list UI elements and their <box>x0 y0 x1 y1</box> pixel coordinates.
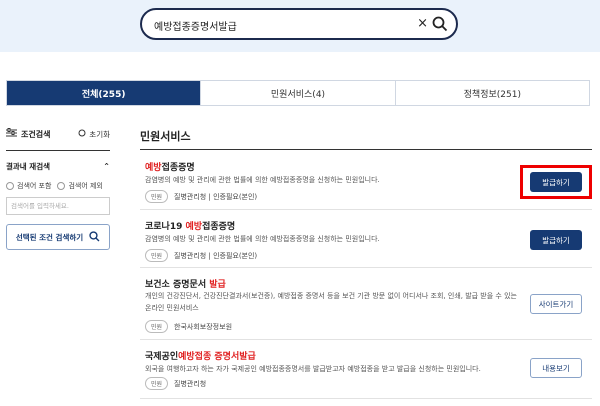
issue-button[interactable]: 발급하기 <box>530 172 582 192</box>
radio-circle-icon <box>6 182 14 190</box>
item-title[interactable]: 예방접종증명 <box>145 160 195 173</box>
search-box[interactable]: 예방접종증명서발급 × <box>140 8 458 40</box>
list-item: 예방접종증명 감염병의 예방 및 관리에 관한 법률에 의한 예방접종증명을 신… <box>140 153 592 210</box>
result-tabs: 전체(255) 민원서비스(4) 정책정보(251) <box>6 80 590 106</box>
item-meta: 민원 질병관리청 | 인증필요(본인) <box>145 190 257 203</box>
item-description: 감염병의 예방 및 관리에 관한 법률에 의한 예방접종증명을 신청하는 민원입… <box>145 235 380 243</box>
radio-circle-icon <box>57 182 66 190</box>
radio-exclude[interactable]: 검색어 제외 <box>57 181 103 191</box>
item-description: 감염병의 예방 및 관리에 관한 법률에 의한 예방접종증명을 신청하는 민원입… <box>145 176 380 184</box>
search-hero: 예방접종증명서발급 × <box>0 0 600 52</box>
filter-icon <box>6 127 17 141</box>
item-title[interactable]: 국제공인예방접종 증명서발급 <box>145 349 256 362</box>
tab-policy-info[interactable]: 정책정보(251) <box>396 81 589 105</box>
item-title[interactable]: 코로나19 예방접종증명 <box>145 219 235 232</box>
reset-label: 초기화 <box>89 129 110 139</box>
reset-icon <box>78 129 86 139</box>
main-results: 민원서비스 <box>140 128 592 150</box>
clear-icon[interactable]: × <box>417 16 428 31</box>
category-badge: 민원 <box>145 377 169 390</box>
search-input[interactable]: 예방접종증명서발급 <box>154 18 237 33</box>
category-badge: 민원 <box>145 190 169 203</box>
item-meta: 민원 한국사회보장정보원 <box>145 320 232 333</box>
search-icon <box>89 230 100 244</box>
item-description: 개인의 건강진단서, 건강진단결과서(보건증), 예방접종 증명서 등을 보건 … <box>145 292 517 312</box>
category-badge: 민원 <box>145 320 169 333</box>
tab-all[interactable]: 전체(255) <box>7 81 202 105</box>
section-title: 민원서비스 <box>140 130 191 143</box>
list-item: 보건소 증명문서 발급 개인의 건강진단서, 건강진단결과서(보건증), 예방접… <box>140 269 592 340</box>
search-icon[interactable] <box>432 16 448 35</box>
item-meta: 민원 질병관리청 | 인증필요(본인) <box>145 249 257 262</box>
list-item: 코로나19 예방접종증명 감염병의 예방 및 관리에 관한 법률에 의한 예방접… <box>140 211 592 268</box>
category-badge: 민원 <box>145 249 169 262</box>
reset-button[interactable]: 초기화 <box>78 129 110 140</box>
filter-sidebar: 조건검색 초기화 결과내 재검색 ⌃ 검색어 포함 검색어 제외 선택된 조건 … <box>6 126 110 250</box>
tab-civil-service[interactable]: 민원서비스(4) <box>201 81 396 105</box>
item-meta: 민원 질병관리청 <box>145 377 206 390</box>
selected-condition-search-button[interactable]: 선택된 조건 검색하기 <box>6 224 110 250</box>
chevron-up-icon[interactable]: ⌃ <box>103 162 110 171</box>
filter-title: 조건검색 <box>21 129 51 139</box>
item-description: 외국을 여행하고자 하는 자가 국제공인 예방접종증명서를 발급받고자 예방접종… <box>145 365 481 373</box>
radio-include[interactable]: 검색어 포함 <box>6 181 51 191</box>
issue-button[interactable]: 발급하기 <box>530 230 582 250</box>
refine-search-input[interactable] <box>6 197 110 215</box>
site-link-button[interactable]: 사이트가기 <box>530 294 582 314</box>
view-details-button[interactable]: 내용보기 <box>530 358 582 378</box>
list-item: 국제공인예방접종 증명서발급 외국을 여행하고자 하는 자가 국제공인 예방접종… <box>140 341 592 399</box>
refine-title: 결과내 재검색 <box>6 162 51 171</box>
item-title[interactable]: 보건소 증명문서 발급 <box>145 277 226 290</box>
